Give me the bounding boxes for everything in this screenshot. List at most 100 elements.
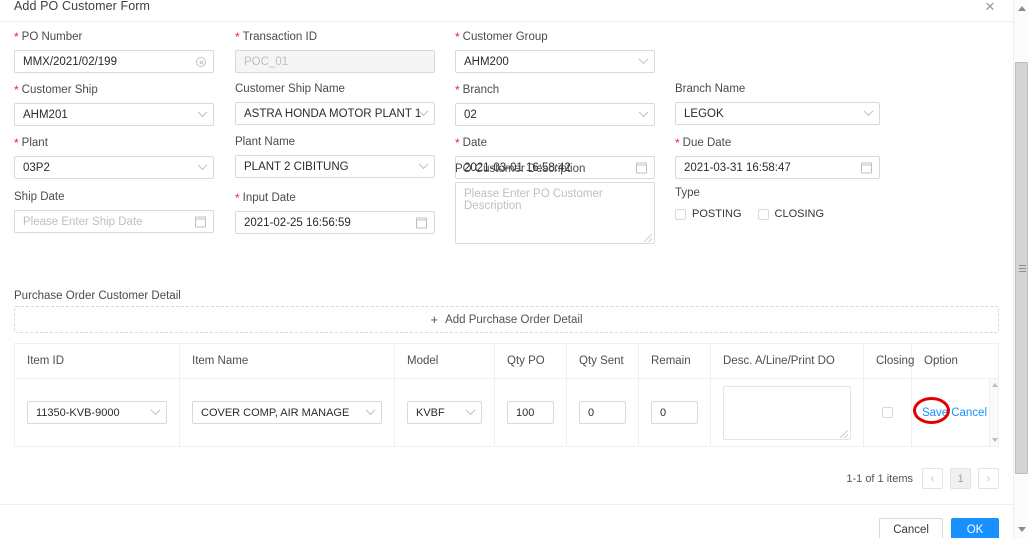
chevron-down-icon[interactable] [150,404,161,416]
header-divider [0,21,1013,22]
ship-date-picker[interactable]: Please Enter Ship Date [14,210,214,233]
field-label: Date [455,135,655,150]
add-purchase-order-detail-label: Add Purchase Order Detail [445,313,583,326]
chevron-down-icon[interactable] [638,53,649,65]
field-label: Customer Group [455,29,655,44]
scroll-up-icon[interactable] [1018,6,1026,11]
field-customer-ship-name: Customer Ship Name ASTRA HONDA MOTOR PLA… [235,82,435,125]
due-date-picker[interactable]: 2021-03-31 16:58:47 [675,156,880,179]
desc-textarea[interactable] [723,385,851,440]
cell-item-id: 11350-KVB-9000 [15,379,180,446]
item-id-select[interactable]: 11350-KVB-9000 [27,401,167,424]
pagination-prev-button[interactable]: ‹ [922,468,943,489]
plant-name-select[interactable]: PLANT 2 CIBITUNG [235,155,435,178]
branch-select[interactable]: 02 [455,103,655,126]
model-select[interactable]: KVBF [407,401,482,424]
chevron-down-icon[interactable] [197,159,208,171]
chevron-down-icon[interactable] [465,404,476,416]
plant-select[interactable]: 03P2 [14,156,214,179]
field-label: Due Date [675,135,880,150]
checkbox-closing[interactable]: CLOSING [757,208,825,220]
ship-date-placeholder: Please Enter Ship Date [23,215,143,228]
customer-group-select[interactable]: AHM200 [455,50,655,73]
page-title: Add PO Customer Form [14,0,151,13]
calendar-icon[interactable] [416,217,427,228]
branch-name-value: LEGOK [684,107,724,120]
pagination-page-1[interactable]: 1 [950,468,971,489]
customer-ship-value: AHM201 [23,108,68,121]
po-customer-description-textarea[interactable]: Please Enter PO Customer Description [455,182,655,244]
calendar-icon[interactable] [195,216,206,227]
pagination: 1-1 of 1 items ‹ 1 › [846,468,999,489]
customer-ship-name-select[interactable]: ASTRA HONDA MOTOR PLANT 1 [235,102,435,125]
cancel-link[interactable]: Cancel [951,407,987,419]
ok-button[interactable]: OK [951,518,999,538]
table-header-row: Item ID Item Name Model Qty PO Qty Sent … [15,344,998,379]
field-label: PO Customer Description [455,163,586,175]
qty-po-input[interactable]: 100 [507,401,554,424]
field-input-date: Input Date 2021-02-25 16:56:59 [235,190,435,234]
field-customer-ship: Customer Ship AHM201 [14,82,214,126]
qty-po-value: 100 [516,406,535,419]
cell-option: Save Cancel [912,379,998,446]
page-vertical-scrollbar[interactable] [1013,0,1028,538]
checkbox-box[interactable] [675,208,686,220]
remain-value: 0 [660,406,667,419]
scroll-down-icon[interactable] [1018,527,1026,532]
table-vertical-scrollbar[interactable] [989,379,998,446]
qty-sent-input[interactable]: 0 [579,401,626,424]
column-header-qty-po: Qty PO [495,344,567,378]
closing-checkbox[interactable] [882,407,893,418]
checkbox-posting[interactable]: POSTING [675,208,742,220]
item-name-select[interactable]: COVER COMP, AIR MANAGE [192,401,382,424]
chevron-down-icon[interactable] [365,404,376,416]
checkbox-label: CLOSING [774,208,825,220]
cell-model: KVBF [395,379,495,446]
table-row: 11350-KVB-9000 COVER COMP, AIR MANAGE KV… [15,379,998,447]
detail-section-title: Purchase Order Customer Detail [14,290,181,302]
field-branch-name: Branch Name LEGOK [675,82,880,125]
chevron-down-icon[interactable] [197,106,208,118]
resize-handle[interactable] [840,429,848,438]
cancel-button[interactable]: Cancel [879,518,943,538]
resize-handle[interactable] [644,234,652,242]
field-label: Ship Date [14,191,65,203]
field-type: Type POSTING CLOSING [675,186,880,220]
input-date-picker[interactable]: 2021-02-25 16:56:59 [235,211,435,234]
customer-ship-select[interactable]: AHM201 [14,103,214,126]
scroll-down-icon[interactable] [992,438,998,442]
customer-group-value: AHM200 [464,55,509,68]
type-checkbox-group: POSTING CLOSING [675,208,880,220]
cell-closing [864,379,912,446]
plant-value: 03P2 [23,161,50,174]
scrollbar-thumb[interactable] [1015,62,1028,474]
add-purchase-order-detail-button[interactable]: + Add Purchase Order Detail [14,306,999,333]
column-header-remain: Remain [639,344,711,378]
cell-item-name: COVER COMP, AIR MANAGE [180,379,395,446]
checkbox-box[interactable] [757,208,769,220]
chevron-down-icon[interactable] [418,158,429,170]
po-number-input[interactable]: MMX/2021/02/199 [14,50,214,73]
chevron-down-icon[interactable] [418,105,429,117]
chevron-down-icon[interactable] [638,106,649,118]
remain-input[interactable]: 0 [651,401,698,424]
pagination-next-button[interactable]: › [978,468,999,489]
form-row-4: PO Customer Description Please Enter PO … [0,163,1013,285]
calendar-icon[interactable] [861,162,872,173]
field-customer-group: Customer Group AHM200 [455,29,655,73]
purchase-order-detail-table: Item ID Item Name Model Qty PO Qty Sent … [14,343,999,447]
clear-icon[interactable] [196,56,206,67]
field-label: Customer Ship Name [235,83,345,95]
save-link[interactable]: Save [922,407,948,419]
footer-divider [0,504,1013,505]
add-po-customer-form-modal: Add PO Customer Form ✕ PO Number MMX/202… [0,0,1013,538]
transaction-id-input[interactable]: POC_01 [235,50,435,73]
close-icon[interactable]: ✕ [982,0,998,15]
field-po-number: PO Number MMX/2021/02/199 [14,29,214,73]
field-label: Branch Name [675,83,746,95]
field-plant: Plant 03P2 [14,135,214,179]
transaction-id-placeholder: POC_01 [244,55,289,68]
scroll-up-icon[interactable] [992,383,998,387]
chevron-down-icon[interactable] [863,105,874,117]
branch-name-select[interactable]: LEGOK [675,102,880,125]
